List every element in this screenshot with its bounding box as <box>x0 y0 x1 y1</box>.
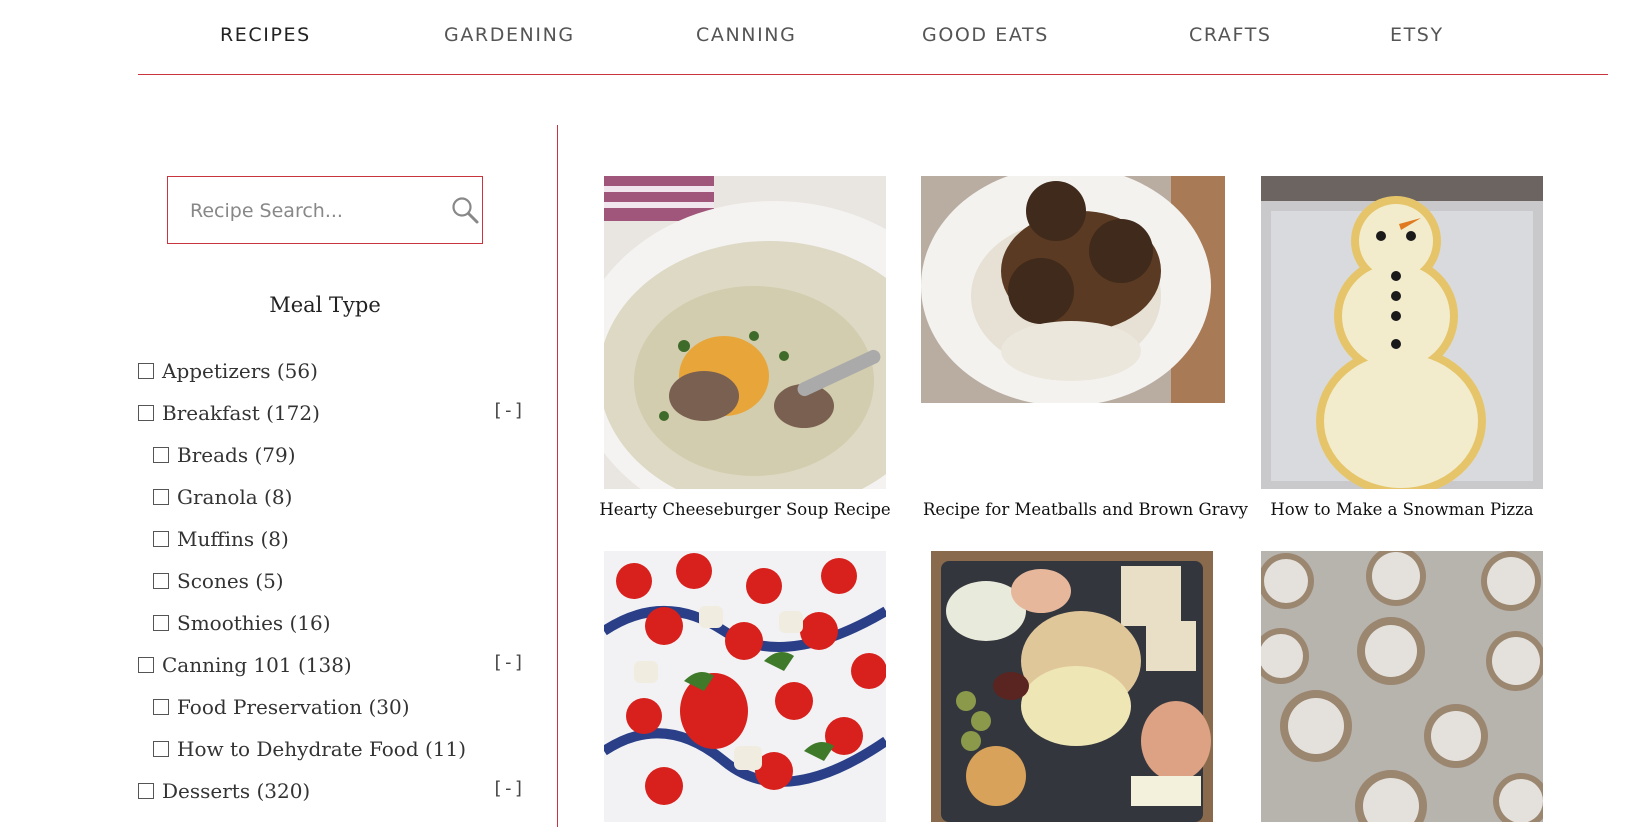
facet-item-smoothies[interactable]: Smoothies (16) <box>153 608 331 638</box>
nav-item-etsy[interactable]: ETSY <box>1390 24 1444 46</box>
recipe-search-input[interactable] <box>188 193 442 229</box>
facet-item-desserts[interactable]: Desserts (320) <box>138 776 310 806</box>
nav-item-gardening[interactable]: GARDENING <box>444 24 575 46</box>
facet-item-scones[interactable]: Scones (5) <box>153 566 284 596</box>
recipe-search-box <box>167 176 483 244</box>
facet-item-breads[interactable]: Breads (79) <box>153 440 296 470</box>
sidebar-divider <box>557 125 558 827</box>
facet-checkbox[interactable] <box>153 573 169 589</box>
collapse-toggle-breakfast[interactable]: [-] <box>492 400 525 421</box>
recipe-image-cheeseburger-soup[interactable] <box>604 176 886 489</box>
facet-item-food-preservation[interactable]: Food Preservation (30) <box>153 692 410 722</box>
recipe-title-snowman-pizza[interactable]: How to Make a Snowman Pizza <box>1252 500 1552 519</box>
facet-checkbox[interactable] <box>153 699 169 715</box>
recipe-title-cheeseburger-soup[interactable]: Hearty Cheeseburger Soup Recipe <box>595 500 895 519</box>
facet-label: Granola (8) <box>177 485 293 509</box>
recipe-title-meatballs[interactable]: Recipe for Meatballs and Brown Gravy <box>923 500 1248 519</box>
nav-item-recipes[interactable]: RECIPES <box>220 24 311 46</box>
recipe-image-crinkle-cookies[interactable] <box>1261 551 1543 822</box>
recipe-image-meatballs[interactable] <box>921 176 1225 403</box>
facet-item-granola[interactable]: Granola (8) <box>153 482 292 512</box>
facet-checkbox[interactable] <box>138 405 154 421</box>
facet-checkbox[interactable] <box>153 531 169 547</box>
recipe-image-charcuterie-board[interactable] <box>931 551 1213 822</box>
facet-label: Scones (5) <box>177 569 284 593</box>
facet-label: Canning 101 (138) <box>162 653 352 677</box>
facet-item-canning-101[interactable]: Canning 101 (138) <box>138 650 352 680</box>
facet-checkbox[interactable] <box>138 783 154 799</box>
facet-item-breakfast[interactable]: Breakfast (172) <box>138 398 320 428</box>
facet-label: Muffins (8) <box>177 527 289 551</box>
collapse-toggle-canning-101[interactable]: [-] <box>492 652 525 673</box>
facet-checkbox[interactable] <box>138 363 154 379</box>
facet-item-appetizers[interactable]: Appetizers (56) <box>138 356 318 386</box>
facet-label: Smoothies (16) <box>177 611 331 635</box>
facet-label: Breakfast (172) <box>162 401 320 425</box>
facet-label: Appetizers (56) <box>162 359 318 383</box>
facet-label: Desserts (320) <box>162 779 311 803</box>
facet-label: How to Dehydrate Food (11) <box>177 737 467 761</box>
collapse-toggle-desserts[interactable]: [-] <box>492 778 525 799</box>
nav-item-good-eats[interactable]: GOOD EATS <box>922 24 1049 46</box>
search-icon[interactable] <box>450 195 480 225</box>
facet-checkbox[interactable] <box>153 615 169 631</box>
facet-label: Breads (79) <box>177 443 296 467</box>
facet-label: Food Preservation (30) <box>177 695 410 719</box>
facet-checkbox[interactable] <box>138 657 154 673</box>
facet-checkbox[interactable] <box>153 489 169 505</box>
nav-item-crafts[interactable]: CRAFTS <box>1189 24 1272 46</box>
meal-type-heading: Meal Type <box>269 293 381 317</box>
nav-item-canning[interactable]: CANNING <box>696 24 796 46</box>
facet-checkbox[interactable] <box>153 741 169 757</box>
facet-item-dehydrate-food[interactable]: How to Dehydrate Food (11) <box>153 734 466 764</box>
top-navigation: RECIPES GARDENING CANNING GOOD EATS CRAF… <box>138 0 1608 75</box>
facet-item-muffins[interactable]: Muffins (8) <box>153 524 289 554</box>
recipe-image-snowman-pizza[interactable] <box>1261 176 1543 489</box>
facet-checkbox[interactable] <box>153 447 169 463</box>
recipe-image-caprese-skewers[interactable] <box>604 551 886 822</box>
